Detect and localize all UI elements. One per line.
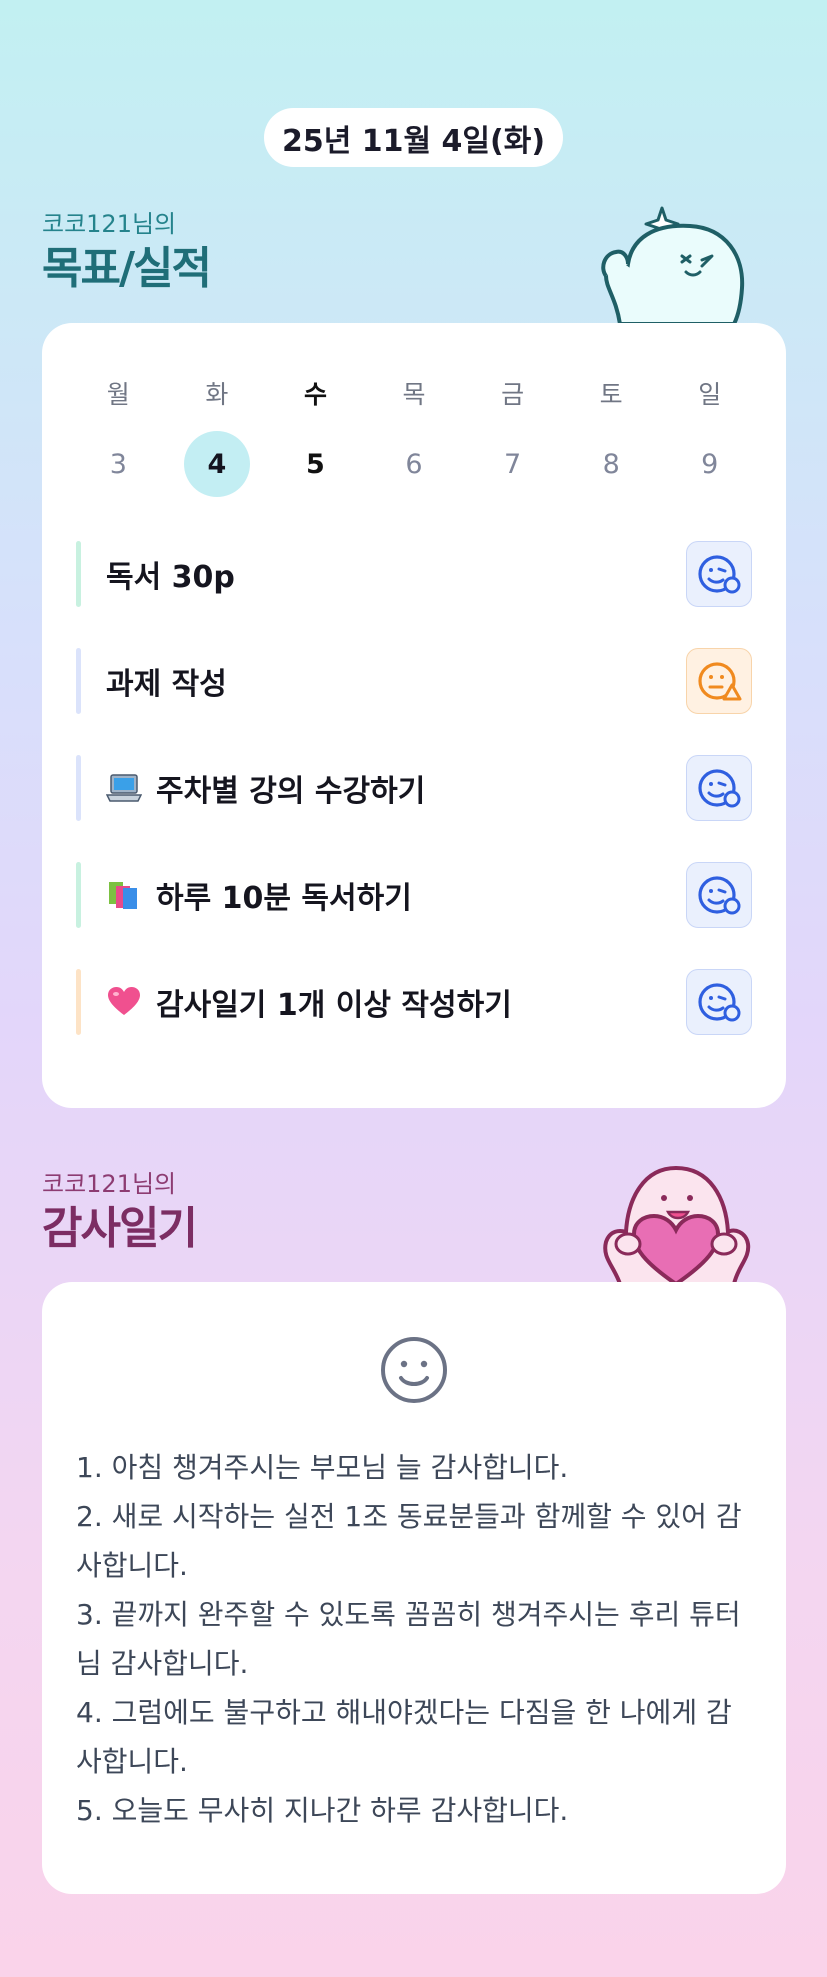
laptop-icon xyxy=(106,772,142,804)
date-cell[interactable]: 5 xyxy=(282,431,348,497)
weekday-label: 토 xyxy=(599,380,623,409)
date-cell[interactable]: 3 xyxy=(85,431,151,497)
status-smile-icon[interactable] xyxy=(686,541,752,607)
gratitude-line: 1. 아침 챙겨주시는 부모님 늘 감사합니다. xyxy=(76,1451,569,1484)
goal-color-bar xyxy=(76,541,81,607)
status-warning-face-icon[interactable] xyxy=(686,648,752,714)
goal-color-bar xyxy=(76,648,81,714)
goal-text: 주차별 강의 수강하기 xyxy=(156,774,426,809)
goal-item[interactable]: 하루 10분 독서하기 xyxy=(76,862,752,928)
weekday-label: 수 xyxy=(303,380,327,409)
date-text: 25년 11월 4일(화) xyxy=(281,123,546,159)
goal-color-bar xyxy=(76,862,81,928)
status-smile-icon[interactable] xyxy=(686,969,752,1035)
gratitude-text: 1. 아침 챙겨주시는 부모님 늘 감사합니다. 2. 새로 시작하는 실전 1… xyxy=(76,1443,756,1835)
mascot-ghost-icon xyxy=(601,206,745,324)
weekday-row: 월 화 수 목 금 토 일 xyxy=(42,375,786,411)
weekday-label: 금 xyxy=(501,380,525,409)
goal-item[interactable]: 주차별 강의 수강하기 xyxy=(76,755,752,821)
status-smile-icon[interactable] xyxy=(686,862,752,928)
goals-card: 월 화 수 목 금 토 일 3 4 5 6 7 8 9 독서 30p 과제 작성 xyxy=(42,323,786,1108)
gratitude-title: 감사일기 xyxy=(42,1203,198,1254)
goal-item[interactable]: 감사일기 1개 이상 작성하기 xyxy=(76,969,752,1035)
date-cell-selected[interactable]: 4 xyxy=(183,431,250,497)
goal-color-bar xyxy=(76,755,81,821)
gratitude-line: 5. 오늘도 무사히 지나간 하루 감사합니다. xyxy=(76,1794,569,1827)
heart-icon xyxy=(106,986,142,1018)
date-row: 3 4 5 6 7 8 9 xyxy=(42,431,786,497)
mascot-heart-icon xyxy=(603,1165,751,1284)
weekday-label: 목 xyxy=(402,380,426,409)
date-cell[interactable]: 6 xyxy=(381,431,447,497)
goal-item[interactable]: 독서 30p xyxy=(76,541,752,607)
gratitude-line: 3. 끝까지 완주할 수 있도록 꼼꼼히 챙겨주시는 후리 튜터님 감사합니다. xyxy=(76,1598,741,1680)
weekday-label: 일 xyxy=(698,380,722,409)
status-smile-icon[interactable] xyxy=(686,755,752,821)
gratitude-line: 2. 새로 시작하는 실전 1조 동료분들과 함께할 수 있어 감사합니다. xyxy=(76,1500,742,1582)
weekday-label: 월 xyxy=(106,380,130,409)
gratitude-card: 1. 아침 챙겨주시는 부모님 늘 감사합니다. 2. 새로 시작하는 실전 1… xyxy=(42,1282,786,1894)
smile-icon xyxy=(381,1337,447,1403)
date-pill[interactable]: 25년 11월 4일(화) xyxy=(264,108,563,167)
goals-title: 목표/실적 xyxy=(42,243,212,294)
date-cell[interactable]: 8 xyxy=(578,431,644,497)
books-icon xyxy=(106,879,142,911)
goal-item[interactable]: 과제 작성 xyxy=(76,648,752,714)
goal-text: 과제 작성 xyxy=(106,667,227,702)
weekday-label: 화 xyxy=(205,380,229,409)
date-cell[interactable]: 9 xyxy=(677,431,743,497)
date-cell[interactable]: 7 xyxy=(480,431,546,497)
goal-color-bar xyxy=(76,969,81,1035)
goal-text: 독서 30p xyxy=(106,560,235,595)
goal-text: 감사일기 1개 이상 작성하기 xyxy=(156,988,512,1023)
gratitude-line: 4. 그럼에도 불구하고 해내야겠다는 다짐을 한 나에게 감사합니다. xyxy=(76,1696,732,1778)
goal-text: 하루 10분 독서하기 xyxy=(156,881,412,916)
